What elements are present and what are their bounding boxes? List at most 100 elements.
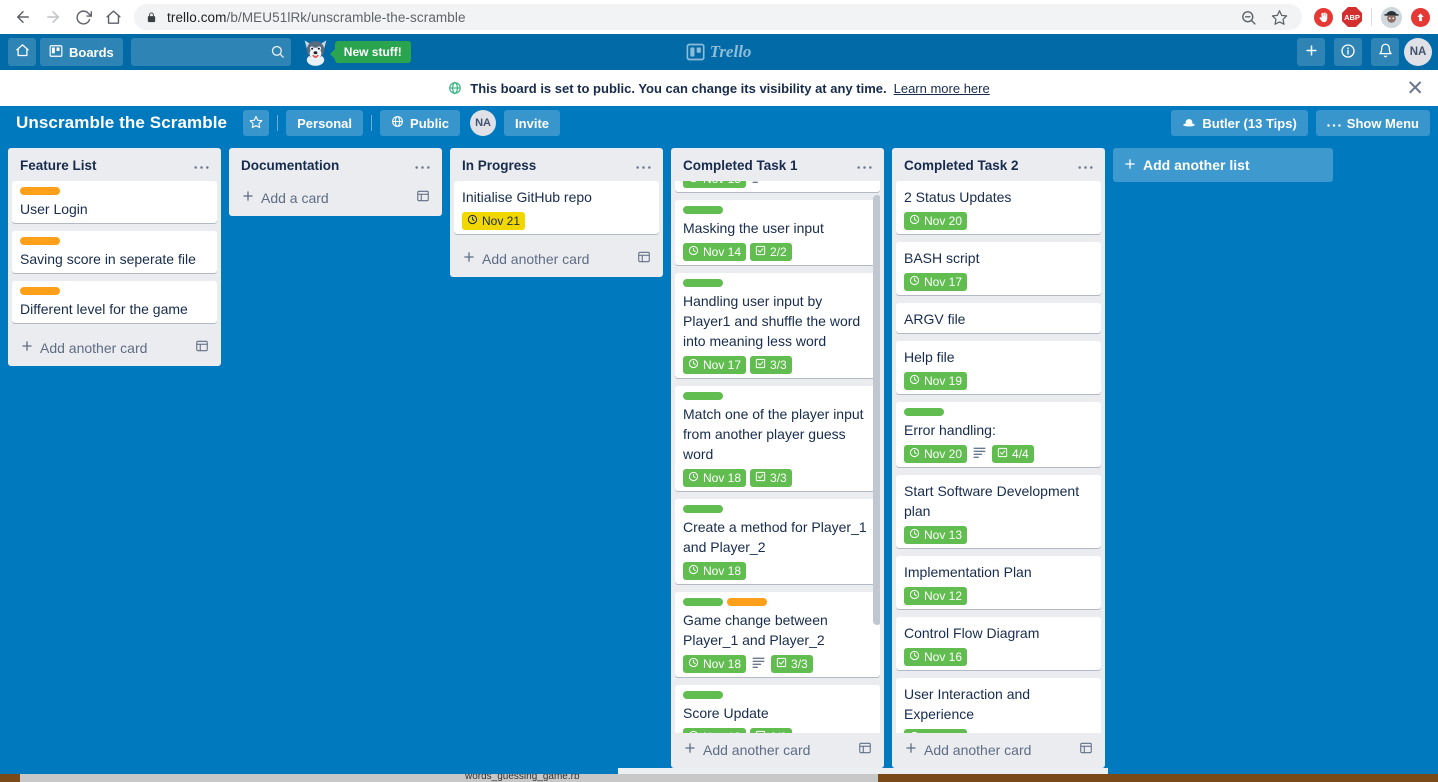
team-button[interactable]: Personal [286,110,364,136]
address-bar[interactable]: trello.com/b/MEU51lRk/unscramble-the-scr… [134,4,1302,30]
board-list: Completed Task 2 2 Status Updates Nov 20 BA… [892,148,1105,768]
card[interactable]: Game change between Player_1 and Player_… [675,592,880,677]
card-title: Help file [904,349,955,365]
reload-icon[interactable] [68,2,98,32]
taco-mascot-icon[interactable] [301,38,331,66]
card[interactable]: Masking the user input Nov 14 2/2 [675,200,880,265]
user-avatar[interactable]: NA [1404,38,1432,66]
butler-label: Butler (13 Tips) [1202,115,1297,131]
card[interactable]: BASH script Nov 17 [896,242,1101,295]
card-label-green[interactable] [683,392,723,400]
profile-avatar[interactable] [1381,6,1402,28]
add-another-list-button[interactable]: Add another list [1113,148,1333,182]
zoom-out-icon[interactable] [1240,9,1257,26]
ellipsis-icon[interactable] [194,162,209,170]
add-card-button[interactable]: Add another card [12,331,217,362]
add-card-button[interactable]: Add another card [454,242,659,273]
card[interactable]: Match one of the player input from anoth… [675,386,880,491]
card[interactable]: ARGV file [896,303,1101,333]
card-label-green[interactable] [683,505,723,513]
butler-button[interactable]: Butler (13 Tips) [1171,110,1308,136]
card[interactable]: Help file Nov 19 [896,341,1101,394]
show-menu-label: Show Menu [1346,115,1419,131]
info-button[interactable] [1334,38,1362,66]
card-title: Score Update [683,705,769,721]
ellipsis-icon[interactable] [1078,162,1093,170]
template-icon[interactable] [637,250,651,267]
star-icon[interactable] [1271,9,1288,26]
home-button[interactable] [8,38,36,66]
learn-more-link[interactable]: Learn more here [894,81,990,96]
card-label-orange[interactable] [727,598,767,606]
card[interactable]: Saving score in seperate file [12,231,217,273]
card-label-orange[interactable] [20,187,60,195]
blocker-extension-icon[interactable] [1314,7,1333,27]
show-menu-button[interactable]: Show Menu [1315,110,1430,136]
list-title[interactable]: Completed Task 1 [683,158,798,173]
home-icon[interactable] [98,2,128,32]
card-label-orange[interactable] [20,287,60,295]
extension-tray: ABP [1310,6,1430,28]
close-icon[interactable]: ✕ [1406,78,1424,99]
new-stuff-badge[interactable]: New stuff! [329,41,411,63]
card[interactable]: 2 Status Updates Nov 20 [896,181,1101,234]
card-label-orange[interactable] [20,237,60,245]
add-card-button[interactable]: Add another card [896,733,1101,764]
card-labels [683,505,872,513]
badge-clock-icon: Nov 13 [904,526,968,544]
visibility-button[interactable]: Public [380,110,461,136]
template-icon[interactable] [195,339,209,356]
ellipsis-icon[interactable] [415,162,430,170]
invite-button[interactable]: Invite [504,110,561,136]
back-arrow-icon[interactable] [8,2,38,32]
card[interactable]: Different level for the game [12,281,217,323]
badge-text: Nov 20 [924,214,963,228]
card-label-green[interactable] [683,279,723,287]
card[interactable]: Create a method for Player_1 and Player_… [675,499,880,584]
member-avatar[interactable]: NA [470,110,497,136]
card[interactable]: Start Software Development plan Nov 13 [896,475,1101,548]
card-label-green[interactable] [683,691,723,699]
card[interactable]: Implementation Plan Nov 12 [896,556,1101,609]
adblock-plus-extension-icon[interactable]: ABP [1342,7,1362,27]
card[interactable]: User Login [12,181,217,223]
add-card-button[interactable]: Add a card [233,181,438,212]
clock-icon [688,245,699,259]
header-divider-2 [371,115,373,131]
add-card-button[interactable]: Add another card [675,733,880,764]
card-label-green[interactable] [683,598,723,606]
star-board-button[interactable] [243,110,270,136]
list-title[interactable]: Feature List [20,158,97,173]
card-title: Handling user input by Player1 and shuff… [683,293,861,349]
list-title[interactable]: Completed Task 2 [904,158,1019,173]
ellipsis-icon[interactable] [636,162,651,170]
search-input[interactable] [130,38,291,66]
plus-icon [241,189,255,206]
boards-button[interactable]: Boards [40,38,123,66]
card-badges: Nov 20 4/4 [904,445,1093,463]
card[interactable]: Control Flow Diagram Nov 16 [896,617,1101,670]
card[interactable]: Nov 15 [675,181,880,192]
template-icon[interactable] [1079,741,1093,758]
globe-icon [448,81,462,95]
forward-arrow-icon[interactable] [38,2,68,32]
ellipsis-icon[interactable] [857,162,872,170]
checklist-icon [755,730,766,733]
add-button[interactable] [1297,38,1325,66]
badge-text: 2/2 [770,245,787,259]
list-title[interactable]: In Progress [462,158,536,173]
card[interactable]: User Interaction and Experience Nov 20 [896,678,1101,733]
upload-extension-icon[interactable] [1411,7,1430,27]
card[interactable]: Score Update Nov 19 2/2 [675,685,880,733]
url-host: trello.com [167,9,227,25]
card[interactable]: Error handling: Nov 20 4/4 [896,402,1101,467]
template-icon[interactable] [416,189,430,206]
template-icon[interactable] [858,741,872,758]
card-label-green[interactable] [904,408,944,416]
card-label-green[interactable] [683,206,723,214]
list-title[interactable]: Documentation [241,158,339,173]
list-scrollbar[interactable] [873,195,880,625]
card[interactable]: Handling user input by Player1 and shuff… [675,273,880,378]
notifications-button[interactable] [1371,38,1399,66]
card[interactable]: Initialise GitHub repo Nov 21 [454,181,659,234]
